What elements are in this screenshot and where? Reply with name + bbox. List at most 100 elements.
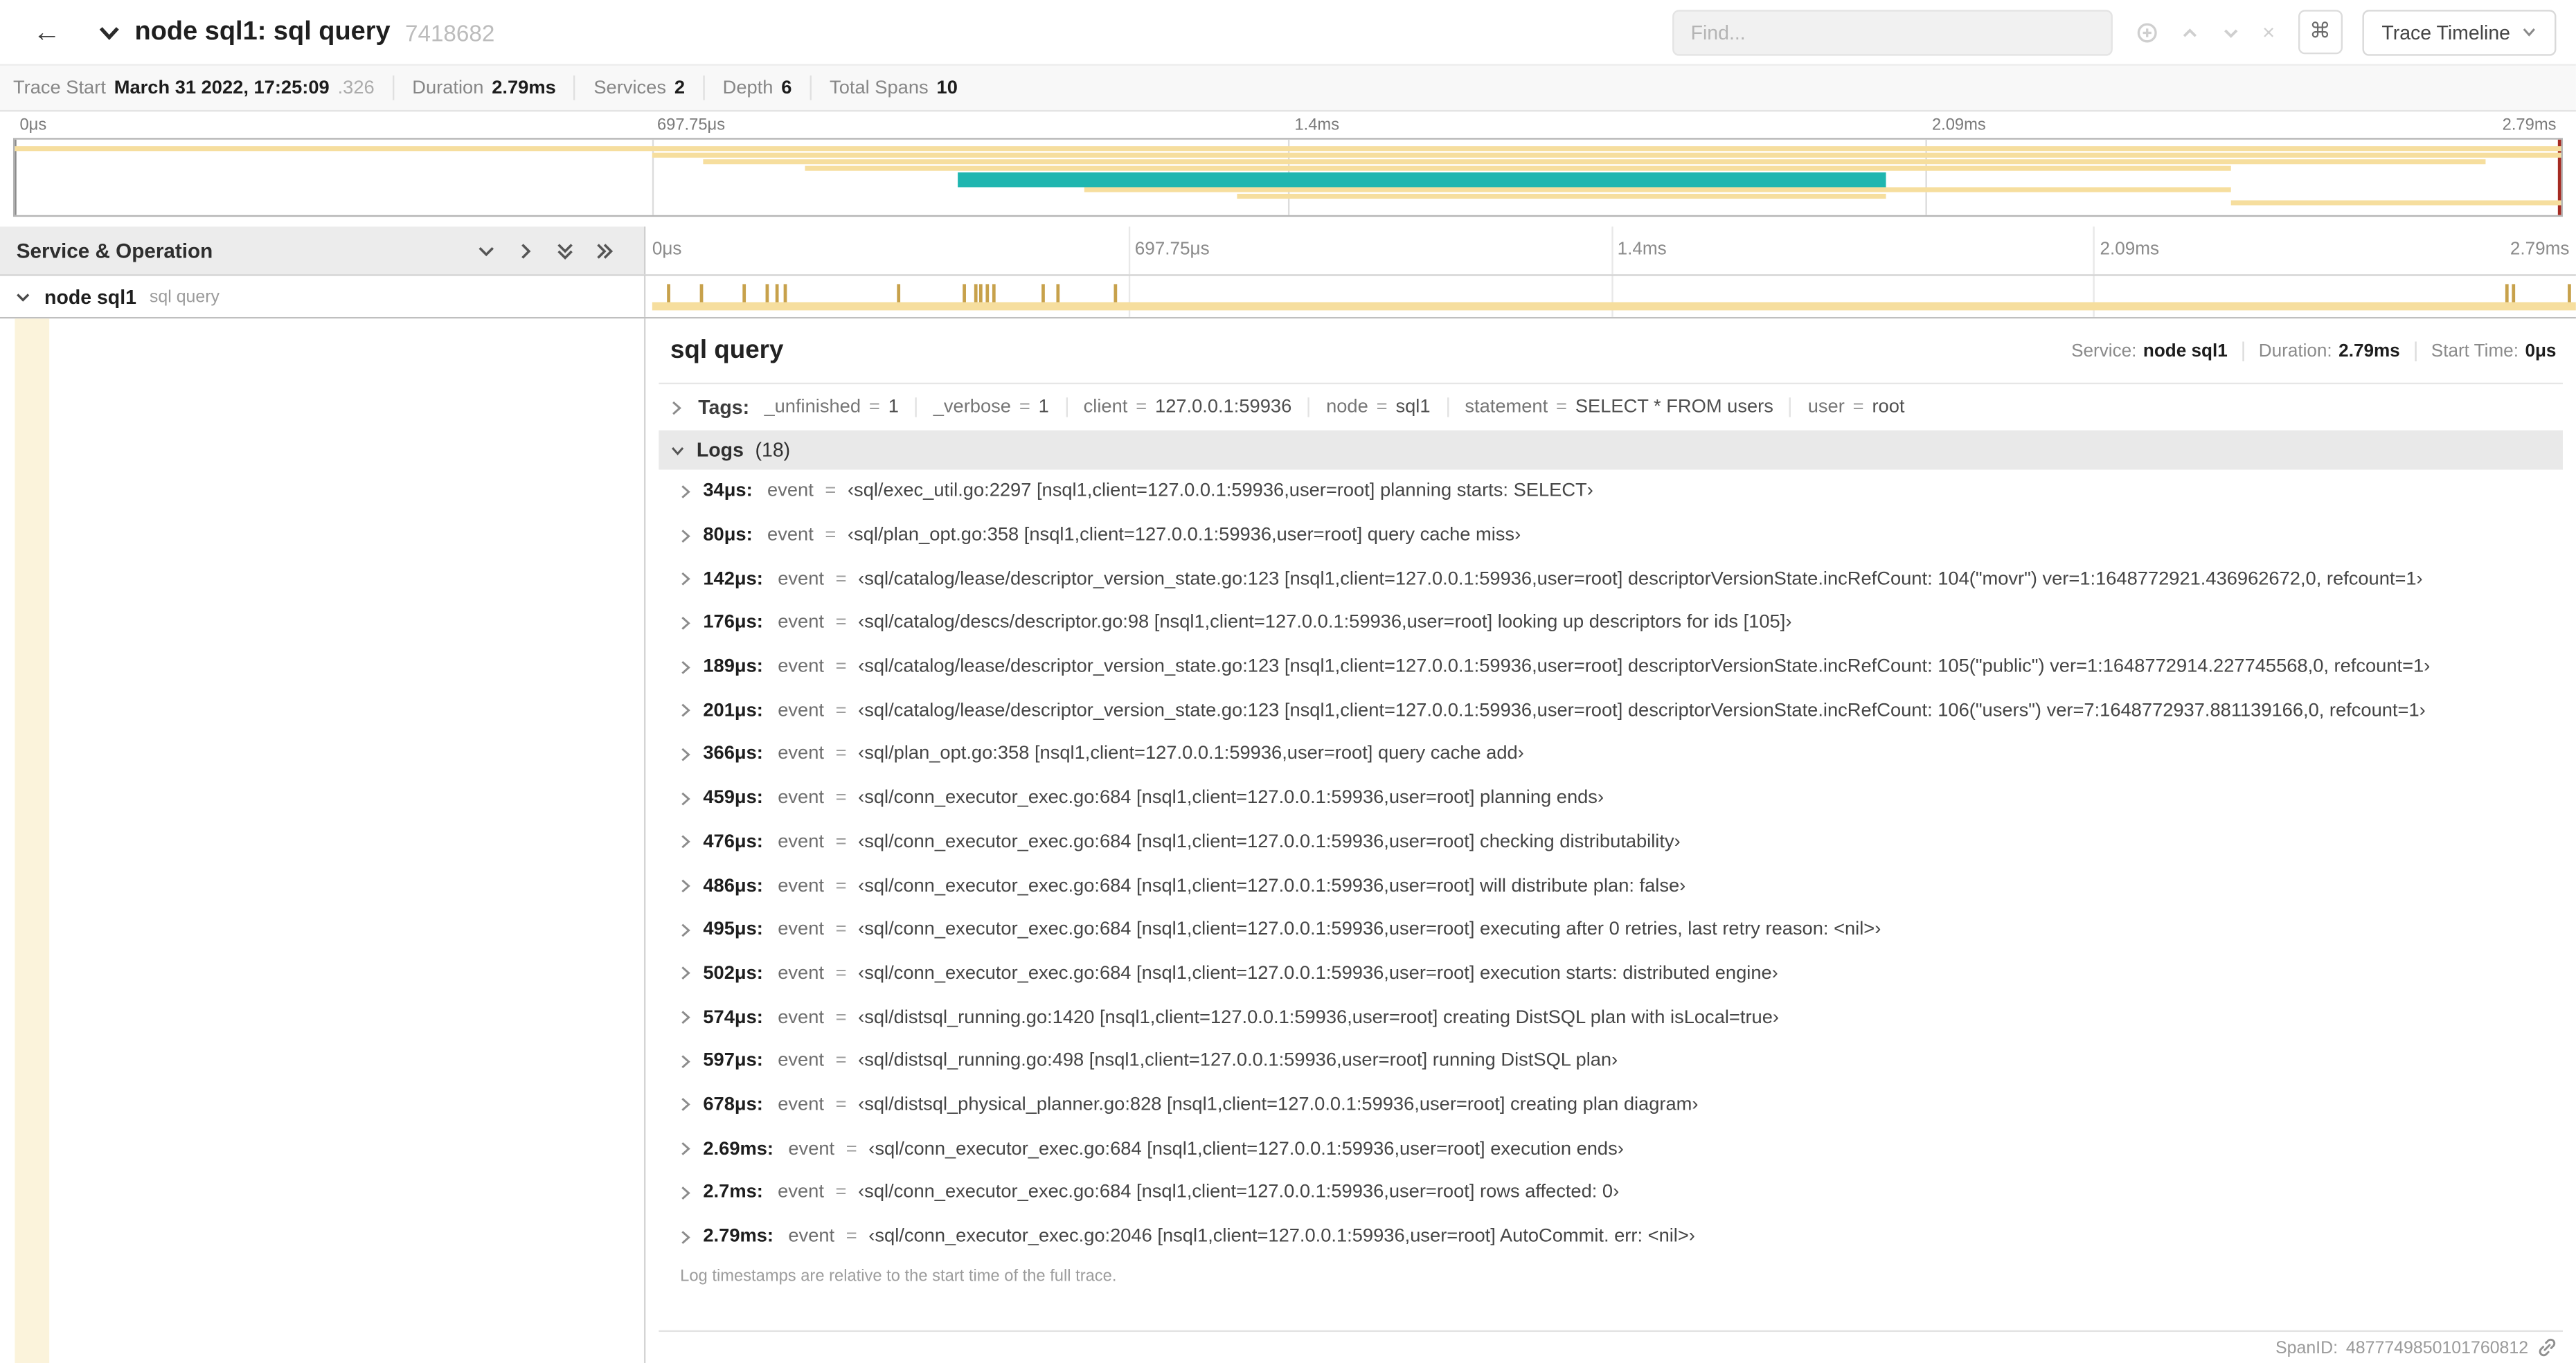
gridline: [1128, 276, 1130, 317]
service-operation-header: Service & Operation: [0, 226, 646, 275]
log-row[interactable]: 142μs: event = ‹sql/catalog/lease/descri…: [659, 557, 2563, 601]
log-row[interactable]: 189μs: event = ‹sql/catalog/lease/descri…: [659, 645, 2563, 689]
log-timestamp: 176μs:: [703, 613, 763, 633]
log-event-key: event: [778, 701, 824, 721]
chevron-down-icon: [476, 241, 496, 260]
time-axis-label: 1.4ms: [1617, 240, 1667, 260]
log-row[interactable]: 502μs: event = ‹sql/conn_executor_exec.g…: [659, 952, 2563, 995]
log-row[interactable]: 597μs: event = ‹sql/distsql_running.go:4…: [659, 1040, 2563, 1083]
log-event-key: event: [778, 920, 824, 940]
link-icon[interactable]: [2537, 1337, 2558, 1358]
minimap-span-bar: [2230, 200, 2561, 206]
chevron-right-icon: [680, 1010, 692, 1024]
log-timestamp: 2.7ms:: [703, 1182, 763, 1203]
log-timestamp: 142μs:: [703, 569, 763, 590]
equals-sign: =: [835, 744, 847, 765]
log-row[interactable]: 201μs: event = ‹sql/catalog/lease/descri…: [659, 689, 2563, 732]
double-chevron-down-icon: [555, 241, 575, 260]
equals-sign: =: [835, 657, 847, 677]
log-tick-marker: [667, 284, 671, 303]
log-event-text: ‹sql/catalog/lease/descriptor_version_st…: [858, 569, 2423, 590]
view-options-dropdown[interactable]: Trace Timeline: [2361, 9, 2557, 55]
logs-footnote: Log timestamps are relative to the start…: [680, 1268, 1117, 1287]
collapse-one-button[interactable]: [476, 241, 496, 260]
log-row[interactable]: 2.69ms: event = ‹sql/conn_executor_exec.…: [659, 1127, 2563, 1171]
log-event-key: event: [778, 657, 824, 677]
tag-value: SELECT * FROM users: [1575, 397, 1773, 417]
collapse-all-button[interactable]: [555, 241, 575, 260]
log-event-text: ‹sql/catalog/descs/descriptor.go:98 [nsq…: [858, 613, 1792, 633]
log-event-key: event: [778, 964, 824, 984]
find-input[interactable]: [1690, 20, 2095, 44]
log-row[interactable]: 459μs: event = ‹sql/conn_executor_exec.g…: [659, 777, 2563, 820]
chevron-right-icon: [680, 878, 692, 893]
log-timestamp: 2.79ms:: [703, 1227, 774, 1247]
tag-value: root: [1872, 397, 1905, 417]
span-row-label[interactable]: node sql1 sql query: [0, 276, 646, 317]
gridline: [1611, 276, 1613, 317]
log-tick-marker: [1057, 284, 1061, 303]
log-row[interactable]: 2.79ms: event = ‹sql/conn_executor_exec.…: [659, 1215, 2563, 1258]
clear-search-button[interactable]: ×: [2262, 19, 2275, 44]
log-event-text: ‹sql/exec_util.go:2297 [nsql1,client=127…: [847, 481, 1593, 502]
minimap-canvas[interactable]: [12, 138, 2563, 217]
timeline-body: sql query Service: node sql1 Duration: 2…: [0, 318, 2576, 1363]
back-button[interactable]: ←: [23, 12, 71, 52]
next-match-button[interactable]: [2221, 22, 2241, 42]
log-row[interactable]: 495μs: event = ‹sql/conn_executor_exec.g…: [659, 908, 2563, 952]
log-row[interactable]: 476μs: event = ‹sql/conn_executor_exec.g…: [659, 820, 2563, 864]
log-tick-marker: [1113, 284, 1117, 303]
chevron-right-icon: [680, 747, 692, 761]
log-event-text: ‹sql/catalog/lease/descriptor_version_st…: [858, 701, 2426, 721]
log-timestamp: 495μs:: [703, 920, 763, 940]
log-row[interactable]: 2.7ms: event = ‹sql/conn_executor_exec.g…: [659, 1171, 2563, 1215]
separator: [2415, 341, 2417, 361]
collapse-controls: [476, 241, 614, 260]
meta-service: Service: node sql1: [2071, 341, 2228, 360]
logs-section-header[interactable]: Logs (18): [659, 430, 2563, 470]
log-row[interactable]: 486μs: event = ‹sql/conn_executor_exec.g…: [659, 864, 2563, 908]
left-pane: [0, 318, 646, 1363]
tags-row[interactable]: Tags: _unfinished = 1 _verbose = 1 clien…: [659, 384, 2563, 430]
chevron-right-icon: [680, 484, 692, 498]
log-row[interactable]: 574μs: event = ‹sql/distsql_running.go:1…: [659, 995, 2563, 1039]
tag-item: user = root: [1808, 397, 1922, 417]
minimap-left-handle[interactable]: [15, 139, 17, 215]
service-operation-title: Service & Operation: [16, 239, 213, 262]
collapse-trace-caret[interactable]: [97, 22, 122, 42]
log-row[interactable]: 34μs: event = ‹sql/exec_util.go:2297 [ns…: [659, 470, 2563, 514]
timeline-ruler[interactable]: 0μs 697.75μs 1.4ms 2.09ms 2.79ms: [645, 226, 2576, 275]
summary-label: Trace Start: [12, 78, 106, 98]
minimap-span-bar: [1084, 186, 2230, 192]
prev-match-button[interactable]: [2181, 22, 2200, 42]
log-row[interactable]: 366μs: event = ‹sql/plan_opt.go:358 [nsq…: [659, 732, 2563, 776]
equals-sign: =: [835, 701, 847, 721]
log-event-key: event: [788, 1139, 835, 1159]
summary-value: 6: [781, 78, 792, 98]
log-event-key: event: [778, 569, 824, 590]
expand-one-button[interactable]: [516, 241, 535, 260]
summary-value: 10: [936, 78, 958, 98]
log-event-key: event: [778, 788, 824, 809]
equals-sign: =: [835, 832, 847, 852]
span-duration-bar[interactable]: [652, 302, 2576, 311]
log-event-key: event: [778, 1182, 824, 1203]
log-row[interactable]: 176μs: event = ‹sql/catalog/descs/descri…: [659, 601, 2563, 644]
equals-sign: =: [835, 569, 847, 590]
log-row[interactable]: 678μs: event = ‹sql/distsql_physical_pla…: [659, 1083, 2563, 1127]
expand-all-button[interactable]: [595, 241, 614, 260]
log-row[interactable]: 80μs: event = ‹sql/plan_opt.go:358 [nsql…: [659, 514, 2563, 557]
logs-list: 34μs: event = ‹sql/exec_util.go:2297 [ns…: [659, 470, 2563, 1259]
chevron-down-icon: [670, 442, 685, 457]
time-axis-label: 2.09ms: [2100, 240, 2160, 260]
focus-match-button[interactable]: [2136, 21, 2158, 44]
log-tick-marker: [765, 284, 769, 303]
chevron-down-icon[interactable]: [15, 288, 31, 305]
log-timestamp: 201μs:: [703, 701, 763, 721]
keyboard-shortcuts-button[interactable]: ⌘: [2298, 10, 2343, 55]
span-bar-track[interactable]: [645, 276, 2576, 317]
equals-sign: =: [835, 1182, 847, 1203]
summary-item: Duration 2.79ms: [394, 75, 576, 100]
log-event-text: ‹sql/conn_executor_exec.go:684 [nsql1,cl…: [858, 920, 1881, 940]
tag-key: statement: [1465, 397, 1548, 417]
